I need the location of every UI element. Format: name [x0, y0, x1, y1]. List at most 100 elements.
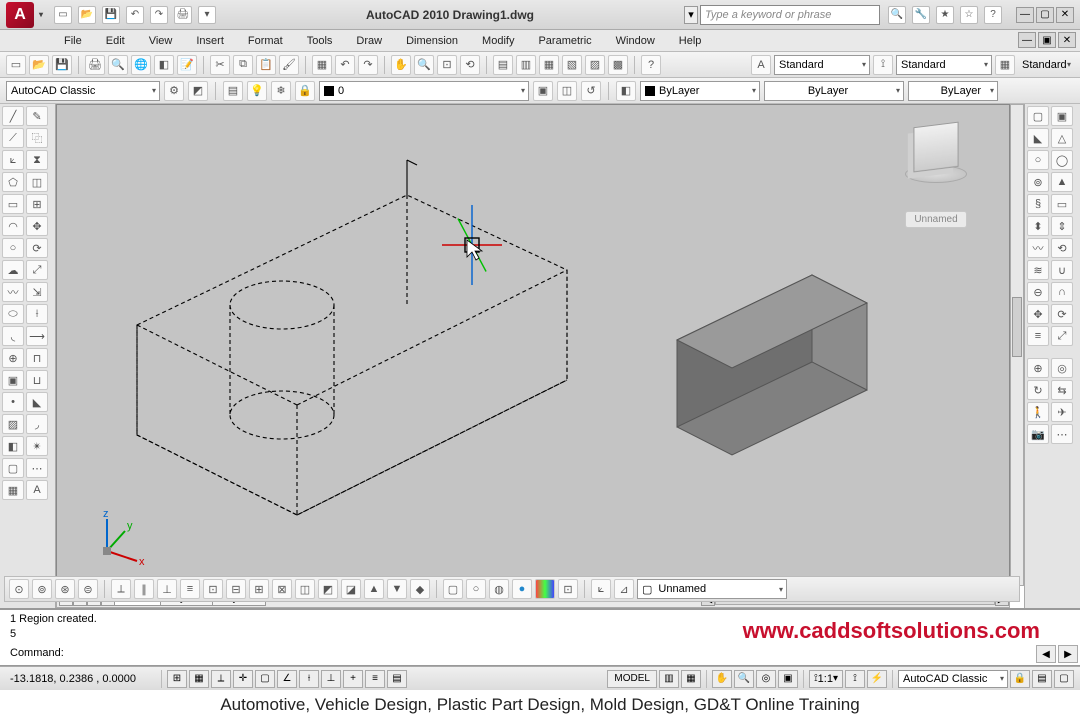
print-icon[interactable]: 🖨 — [174, 6, 192, 24]
c14-icon[interactable]: ◩ — [318, 579, 338, 599]
xline-icon[interactable]: ⟋ — [2, 128, 24, 148]
join-icon[interactable]: ⊔ — [26, 370, 48, 390]
v8-icon[interactable]: ⊿ — [614, 579, 634, 599]
sphere-icon[interactable]: ○ — [1027, 150, 1049, 170]
tablestyle-icon[interactable]: ▦ — [995, 55, 1015, 75]
ducs-icon[interactable]: ⊥ — [321, 670, 341, 688]
insert-icon[interactable]: ⊕ — [2, 348, 24, 368]
cut-icon[interactable]: ✂ — [210, 55, 230, 75]
annoauto-icon[interactable]: ⚡ — [867, 670, 887, 688]
v6-icon[interactable]: ⊡ — [558, 579, 578, 599]
v4-icon[interactable]: ● — [512, 579, 532, 599]
c18-icon[interactable]: ◆ — [410, 579, 430, 599]
offset-icon[interactable]: ◫ — [26, 172, 48, 192]
adjust-icon[interactable]: ⇆ — [1051, 380, 1073, 400]
ws-settings-icon[interactable]: ⚙ — [164, 81, 184, 101]
break-icon[interactable]: ⊓ — [26, 348, 48, 368]
c4-icon[interactable]: ⊜ — [78, 579, 98, 599]
save-icon[interactable]: 💾 — [102, 6, 120, 24]
mtext-icon[interactable]: A — [26, 480, 48, 500]
layer-iso-icon[interactable]: ◫ — [557, 81, 577, 101]
coordinates-display[interactable]: -13.1818, 0.2386 , 0.0000 — [6, 673, 156, 685]
pline-icon[interactable]: ⟀ — [2, 150, 24, 170]
textstyle-icon[interactable]: A — [751, 55, 771, 75]
block-icon[interactable]: ▦ — [312, 55, 332, 75]
drawing-canvas[interactable]: Unnamed x y z — [56, 104, 1010, 586]
arc-icon[interactable]: ◠ — [2, 216, 24, 236]
trim-icon[interactable]: ⟊ — [26, 304, 48, 324]
chamfer-icon[interactable]: ◣ — [26, 392, 48, 412]
dimstyle-icon[interactable]: ⟟ — [873, 55, 893, 75]
new-icon[interactable]: ▭ — [54, 6, 72, 24]
v3-icon[interactable]: ◍ — [489, 579, 509, 599]
3dscale-icon[interactable]: ⤢ — [1051, 326, 1073, 346]
point-icon[interactable]: • — [2, 392, 24, 412]
markup-icon[interactable]: ▨ — [585, 55, 605, 75]
match-icon[interactable]: 🖌 — [279, 55, 299, 75]
props-icon[interactable]: ▤ — [493, 55, 513, 75]
pan2-icon[interactable]: ✋ — [712, 670, 732, 688]
layer-on-icon[interactable]: 💡 — [247, 81, 267, 101]
maximize-button[interactable]: ▢ — [1036, 7, 1054, 23]
paste-icon[interactable]: 📋 — [256, 55, 276, 75]
viewcube-view-label[interactable]: Unnamed — [905, 211, 966, 228]
c7-icon[interactable]: ⊥ — [157, 579, 177, 599]
c9-icon[interactable]: ⊡ — [203, 579, 223, 599]
layer-props-icon[interactable]: ▤ — [223, 81, 243, 101]
vertical-scrollbar[interactable] — [1010, 104, 1024, 586]
zoom-prev-icon[interactable]: ⟲ — [460, 55, 480, 75]
revcloud-icon[interactable]: ☁ — [2, 260, 24, 280]
c6-icon[interactable]: ∥ — [134, 579, 154, 599]
qat-dropdown-icon[interactable]: ▾ — [198, 6, 216, 24]
v2-icon[interactable]: ○ — [466, 579, 486, 599]
more3d-icon[interactable]: ⋯ — [1051, 424, 1073, 444]
app-menu-button[interactable]: A — [6, 2, 34, 28]
undo-icon[interactable]: ↶ — [126, 6, 144, 24]
fillet-icon[interactable]: ◞ — [26, 414, 48, 434]
camera-icon[interactable]: 📷 — [1027, 424, 1049, 444]
osnap-icon[interactable]: ▢ — [255, 670, 275, 688]
c10-icon[interactable]: ⊟ — [226, 579, 246, 599]
linetype-combo[interactable]: ByLayer — [764, 81, 904, 101]
calc-icon[interactable]: ▩ — [608, 55, 628, 75]
copy-icon[interactable]: ⧉ — [233, 55, 253, 75]
preview-icon[interactable]: 🔍 — [108, 55, 128, 75]
box-icon[interactable]: ▢ — [1027, 106, 1049, 126]
region-icon[interactable]: ▢ — [2, 458, 24, 478]
zoom-rt-icon[interactable]: 🔍 — [414, 55, 434, 75]
c12-icon[interactable]: ⊠ — [272, 579, 292, 599]
pan-icon[interactable]: ✋ — [391, 55, 411, 75]
wheel-icon[interactable]: ◎ — [756, 670, 776, 688]
redo-icon[interactable]: ↷ — [150, 6, 168, 24]
wedge-icon[interactable]: ◣ — [1027, 128, 1049, 148]
layer-state-icon[interactable]: ▣ — [533, 81, 553, 101]
search-go-icon[interactable]: 🔍 — [888, 6, 906, 24]
sheet-icon[interactable]: 📝 — [177, 55, 197, 75]
cmd-scroll-left-icon[interactable]: ◀ — [1036, 645, 1056, 663]
3dosnap-icon[interactable]: ∠ — [277, 670, 297, 688]
tp-icon[interactable]: ▦ — [539, 55, 559, 75]
c13-icon[interactable]: ◫ — [295, 579, 315, 599]
swivel-icon[interactable]: ↻ — [1027, 380, 1049, 400]
intersect-icon[interactable]: ∩ — [1051, 282, 1073, 302]
c1-icon[interactable]: ⊙ — [9, 579, 29, 599]
redo2-icon[interactable]: ↷ — [358, 55, 378, 75]
loft-icon[interactable]: ≋ — [1027, 260, 1049, 280]
c3-icon[interactable]: ⊛ — [55, 579, 75, 599]
menu-dimension[interactable]: Dimension — [396, 33, 468, 49]
close-button[interactable]: ✕ — [1056, 7, 1074, 23]
cone-icon[interactable]: △ — [1051, 128, 1073, 148]
layer-freeze-icon[interactable]: ❄ — [271, 81, 291, 101]
c15-icon[interactable]: ◪ — [341, 579, 361, 599]
scale-icon[interactable]: ⤢ — [26, 260, 48, 280]
menu-modify[interactable]: Modify — [472, 33, 524, 49]
snap-icon[interactable]: ⊞ — [167, 670, 187, 688]
plot-icon[interactable]: 🖨 — [85, 55, 105, 75]
publish-icon[interactable]: 🌐 — [131, 55, 151, 75]
erase-icon[interactable]: ✎ — [26, 106, 48, 126]
menu-help[interactable]: Help — [669, 33, 712, 49]
v5-icon[interactable] — [535, 579, 555, 599]
named-view-combo[interactable]: ▢ Unnamed — [637, 579, 787, 599]
c16-icon[interactable]: ▲ — [364, 579, 384, 599]
model-space-button[interactable]: MODEL — [607, 670, 657, 688]
